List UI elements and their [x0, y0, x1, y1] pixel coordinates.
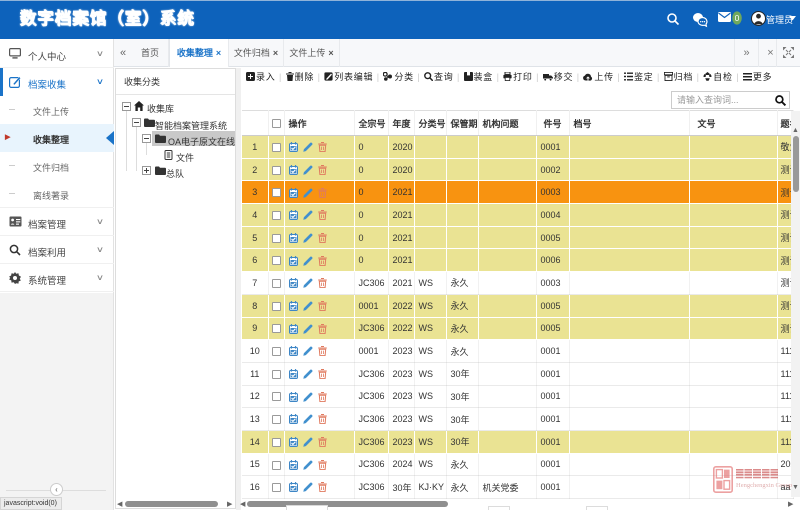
- svg-text:0: 0: [735, 13, 740, 23]
